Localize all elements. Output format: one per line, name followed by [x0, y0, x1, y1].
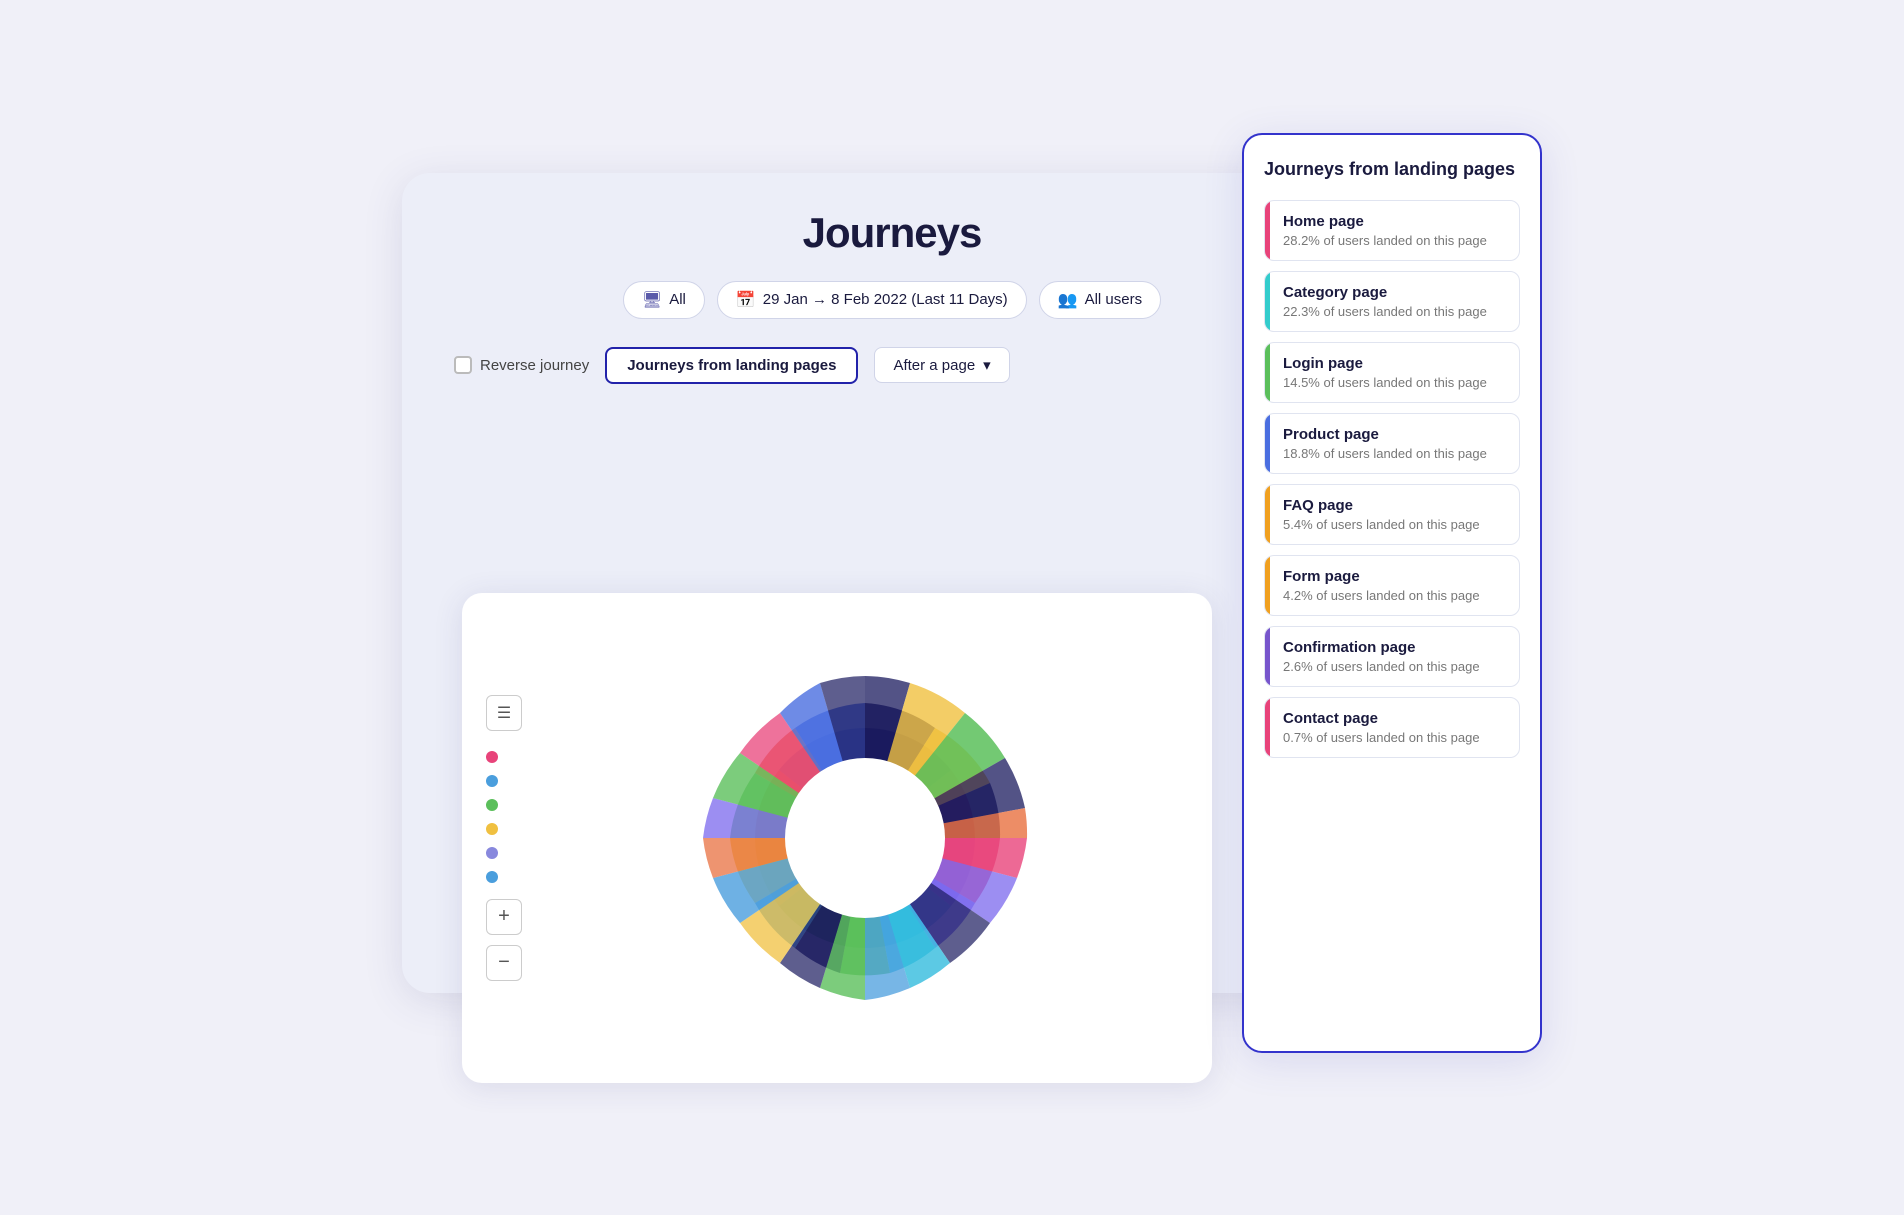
page-item[interactable]: Confirmation page 2.6% of users landed o… — [1264, 626, 1520, 687]
legend-dot-3 — [486, 799, 498, 811]
users-icon: 👥 — [1058, 290, 1078, 310]
legend-dot-5 — [486, 847, 498, 859]
page-item-accent — [1265, 201, 1270, 260]
page-item-stat: 28.2% of users landed on this page — [1283, 233, 1505, 248]
page-item-name: FAQ page — [1283, 497, 1505, 514]
page-item-name: Login page — [1283, 355, 1505, 372]
page-item-stat: 5.4% of users landed on this page — [1283, 517, 1505, 532]
page-item-accent — [1265, 414, 1270, 473]
page-item[interactable]: Product page 18.8% of users landed on th… — [1264, 413, 1520, 474]
journeys-from-landing-tab[interactable]: Journeys from landing pages — [605, 347, 858, 384]
legend-dot-4 — [486, 823, 498, 835]
page-item[interactable]: FAQ page 5.4% of users landed on this pa… — [1264, 484, 1520, 545]
page-item-name: Home page — [1283, 213, 1505, 230]
reverse-checkbox[interactable] — [454, 356, 472, 374]
page-item-stat: 18.8% of users landed on this page — [1283, 446, 1505, 461]
page-item[interactable]: Category page 22.3% of users landed on t… — [1264, 271, 1520, 332]
page-item-stat: 2.6% of users landed on this page — [1283, 659, 1505, 674]
page-item-stat: 0.7% of users landed on this page — [1283, 730, 1505, 745]
page-item-stat: 4.2% of users landed on this page — [1283, 588, 1505, 603]
chart-card: ☰ + − — [462, 593, 1212, 1083]
legend-dot-1 — [486, 751, 498, 763]
page-item-name: Product page — [1283, 426, 1505, 443]
chevron-down-icon: ▾ — [983, 356, 991, 374]
toolbar: 🖥 All 📅 29 Jan → 8 Feb 2022 (Last 11 Day… — [434, 281, 1350, 319]
list-icon: ☰ — [497, 703, 511, 723]
page-items-list: Home page 28.2% of users landed on this … — [1264, 200, 1520, 758]
page-item[interactable]: Home page 28.2% of users landed on this … — [1264, 200, 1520, 261]
page-item[interactable]: Login page 14.5% of users landed on this… — [1264, 342, 1520, 403]
legend-list-button[interactable]: ☰ — [486, 695, 522, 731]
donut-chart-area — [542, 628, 1188, 1048]
right-panel: Journeys from landing pages Home page 28… — [1242, 133, 1542, 1053]
page-title: Journeys — [434, 209, 1350, 257]
page-item-accent — [1265, 556, 1270, 615]
page-item[interactable]: Form page 4.2% of users landed on this p… — [1264, 555, 1520, 616]
page-item[interactable]: Contact page 0.7% of users landed on thi… — [1264, 697, 1520, 758]
monitor-icon: 🖥 — [642, 290, 662, 310]
page-item-accent — [1265, 698, 1270, 757]
calendar-icon: 📅 — [736, 290, 756, 310]
legend-dot-6 — [486, 871, 498, 883]
reverse-journey-toggle[interactable]: Reverse journey — [454, 356, 589, 374]
page-item-accent — [1265, 272, 1270, 331]
page-item-name: Contact page — [1283, 710, 1505, 727]
zoom-in-button[interactable]: + — [486, 899, 522, 935]
page-item-name: Confirmation page — [1283, 639, 1505, 656]
after-page-dropdown[interactable]: After a page ▾ — [874, 347, 1009, 383]
page-item-accent — [1265, 627, 1270, 686]
legend-column: ☰ + − — [486, 695, 522, 981]
page-item-name: Form page — [1283, 568, 1505, 585]
date-filter-button[interactable]: 📅 29 Jan → 8 Feb 2022 (Last 11 Days) — [717, 281, 1027, 319]
zoom-out-button[interactable]: − — [486, 945, 522, 981]
donut-chart — [655, 628, 1075, 1048]
legend-dot-2 — [486, 775, 498, 787]
page-item-stat: 22.3% of users landed on this page — [1283, 304, 1505, 319]
panel-title: Journeys from landing pages — [1264, 159, 1520, 180]
page-item-accent — [1265, 485, 1270, 544]
page-item-stat: 14.5% of users landed on this page — [1283, 375, 1505, 390]
page-item-name: Category page — [1283, 284, 1505, 301]
page-item-accent — [1265, 343, 1270, 402]
users-filter-button[interactable]: 👥 All users — [1039, 281, 1161, 319]
sub-toolbar: Reverse journey Journeys from landing pa… — [434, 347, 1350, 384]
all-filter-button[interactable]: 🖥 All — [623, 281, 705, 319]
